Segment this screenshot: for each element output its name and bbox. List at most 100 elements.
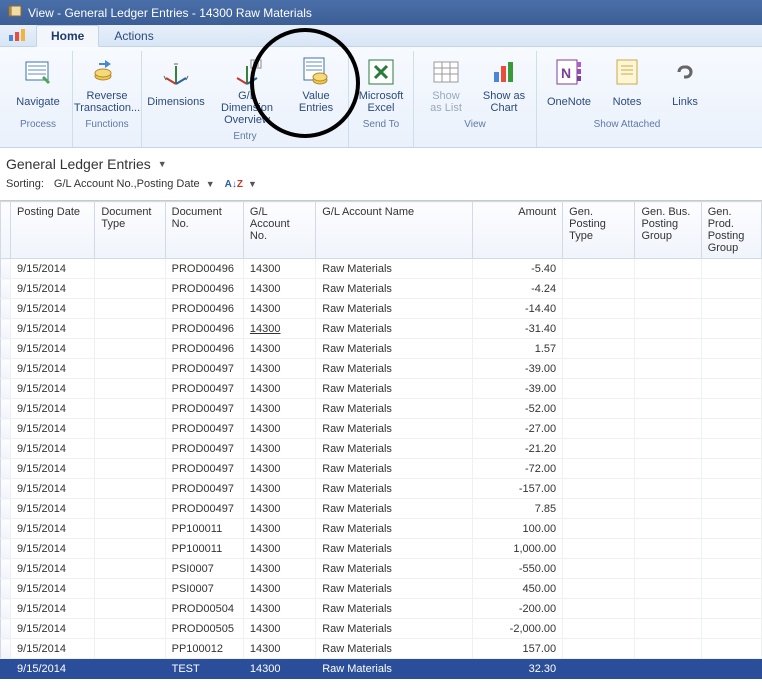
cell-amount[interactable]: -2,000.00 — [472, 619, 562, 639]
cell-amount[interactable]: 32.30 — [472, 659, 562, 679]
cell-posting-date[interactable]: 9/15/2014 — [11, 519, 95, 539]
app-menu-icon[interactable] — [2, 24, 36, 46]
cell-doc-no[interactable]: PSI0007 — [165, 579, 243, 599]
col-gen-type[interactable]: Gen. Posting Type — [563, 202, 635, 259]
cell-amount[interactable]: 1.57 — [472, 339, 562, 359]
col-amount[interactable]: Amount — [472, 202, 562, 259]
table-row[interactable]: 9/15/2014PP10001114300Raw Materials100.0… — [1, 519, 762, 539]
table-row[interactable]: 9/15/2014PROD0049714300Raw Materials-39.… — [1, 359, 762, 379]
cell-amount[interactable]: -39.00 — [472, 359, 562, 379]
cell-gen-type[interactable] — [563, 319, 635, 339]
cell-posting-date[interactable]: 9/15/2014 — [11, 419, 95, 439]
cell-posting-date[interactable]: 9/15/2014 — [11, 379, 95, 399]
cell-gen-bus[interactable] — [635, 479, 701, 499]
show-as-chart-button[interactable]: Show as Chart — [476, 53, 532, 117]
cell-posting-date[interactable]: 9/15/2014 — [11, 399, 95, 419]
cell-doc-no[interactable]: PSI0007 — [165, 559, 243, 579]
cell-gl-name[interactable]: Raw Materials — [316, 439, 473, 459]
cell-gen-type[interactable] — [563, 479, 635, 499]
cell-gl-name[interactable]: Raw Materials — [316, 319, 473, 339]
cell-doc-no[interactable]: PP100011 — [165, 519, 243, 539]
cell-gl-name[interactable]: Raw Materials — [316, 379, 473, 399]
cell-gen-type[interactable] — [563, 399, 635, 419]
cell-gen-prod[interactable] — [701, 419, 761, 439]
row-handle[interactable] — [1, 359, 11, 379]
table-row[interactable]: 9/15/2014PROD0049614300Raw Materials1.57 — [1, 339, 762, 359]
cell-doc-no[interactable]: PROD00497 — [165, 459, 243, 479]
cell-posting-date[interactable]: 9/15/2014 — [11, 559, 95, 579]
cell-gen-type[interactable] — [563, 559, 635, 579]
row-handle[interactable] — [1, 459, 11, 479]
cell-gl-name[interactable]: Raw Materials — [316, 459, 473, 479]
row-handle[interactable] — [1, 579, 11, 599]
row-handle[interactable] — [1, 279, 11, 299]
cell-gen-bus[interactable] — [635, 319, 701, 339]
row-handle[interactable] — [1, 539, 11, 559]
cell-gen-prod[interactable] — [701, 559, 761, 579]
onenote-button[interactable]: N OneNote — [541, 53, 597, 117]
tab-home[interactable]: Home — [36, 25, 99, 47]
cell-gen-prod[interactable] — [701, 319, 761, 339]
cell-gen-prod[interactable] — [701, 579, 761, 599]
cell-gl-name[interactable]: Raw Materials — [316, 619, 473, 639]
notes-button[interactable]: Notes — [599, 53, 655, 117]
cell-gen-type[interactable] — [563, 639, 635, 659]
cell-doc-type[interactable] — [95, 499, 165, 519]
cell-gl-no[interactable]: 14300 — [243, 579, 315, 599]
cell-gl-name[interactable]: Raw Materials — [316, 359, 473, 379]
cell-gen-prod[interactable] — [701, 259, 761, 279]
row-handle[interactable] — [1, 299, 11, 319]
cell-doc-type[interactable] — [95, 399, 165, 419]
cell-gl-no[interactable]: 14300 — [243, 599, 315, 619]
cell-doc-type[interactable] — [95, 459, 165, 479]
cell-gl-no[interactable]: 14300 — [243, 259, 315, 279]
col-posting-date[interactable]: Posting Date — [11, 202, 95, 259]
cell-doc-type[interactable] — [95, 599, 165, 619]
row-handle[interactable] — [1, 319, 11, 339]
gl-dimension-overview-button[interactable]: G/L Dimension Overview — [208, 53, 286, 129]
cell-gl-no[interactable]: 14300 — [243, 359, 315, 379]
table-row[interactable]: 9/15/2014TEST14300Raw Materials32.30 — [1, 659, 762, 679]
cell-doc-no[interactable]: PROD00497 — [165, 399, 243, 419]
cell-amount[interactable]: -39.00 — [472, 379, 562, 399]
cell-amount[interactable]: 100.00 — [472, 519, 562, 539]
cell-doc-no[interactable]: PROD00496 — [165, 279, 243, 299]
cell-posting-date[interactable]: 9/15/2014 — [11, 299, 95, 319]
cell-posting-date[interactable]: 9/15/2014 — [11, 499, 95, 519]
row-handle[interactable] — [1, 499, 11, 519]
cell-doc-no[interactable]: PROD00497 — [165, 359, 243, 379]
table-row[interactable]: 9/15/2014PROD0050514300Raw Materials-2,0… — [1, 619, 762, 639]
cell-posting-date[interactable]: 9/15/2014 — [11, 619, 95, 639]
table-row[interactable]: 9/15/2014PROD0049714300Raw Materials-52.… — [1, 399, 762, 419]
cell-gen-prod[interactable] — [701, 659, 761, 679]
cell-posting-date[interactable]: 9/15/2014 — [11, 319, 95, 339]
dimensions-button[interactable]: Dimensions — [146, 53, 206, 129]
cell-gen-type[interactable] — [563, 599, 635, 619]
cell-doc-type[interactable] — [95, 339, 165, 359]
cell-gl-name[interactable]: Raw Materials — [316, 519, 473, 539]
cell-doc-type[interactable] — [95, 259, 165, 279]
table-row[interactable]: 9/15/2014PROD0049614300Raw Materials-5.4… — [1, 259, 762, 279]
cell-posting-date[interactable]: 9/15/2014 — [11, 439, 95, 459]
cell-doc-type[interactable] — [95, 639, 165, 659]
cell-gen-bus[interactable] — [635, 439, 701, 459]
cell-gen-type[interactable] — [563, 339, 635, 359]
cell-gen-bus[interactable] — [635, 419, 701, 439]
page-subheader[interactable]: General Ledger Entries ▼ — [0, 148, 762, 176]
cell-gen-type[interactable] — [563, 659, 635, 679]
cell-gen-bus[interactable] — [635, 459, 701, 479]
cell-gl-name[interactable]: Raw Materials — [316, 259, 473, 279]
sort-az-button[interactable]: A↓Z ▼ — [225, 179, 257, 190]
cell-posting-date[interactable]: 9/15/2014 — [11, 339, 95, 359]
cell-gen-type[interactable] — [563, 259, 635, 279]
cell-amount[interactable]: -5.40 — [472, 259, 562, 279]
cell-posting-date[interactable]: 9/15/2014 — [11, 459, 95, 479]
cell-gen-type[interactable] — [563, 279, 635, 299]
table-row[interactable]: 9/15/2014PP10001214300Raw Materials157.0… — [1, 639, 762, 659]
cell-gen-bus[interactable] — [635, 539, 701, 559]
cell-posting-date[interactable]: 9/15/2014 — [11, 579, 95, 599]
cell-gl-no[interactable]: 14300 — [243, 619, 315, 639]
cell-gen-prod[interactable] — [701, 539, 761, 559]
cell-doc-type[interactable] — [95, 519, 165, 539]
table-row[interactable]: 9/15/2014PROD0049714300Raw Materials-39.… — [1, 379, 762, 399]
